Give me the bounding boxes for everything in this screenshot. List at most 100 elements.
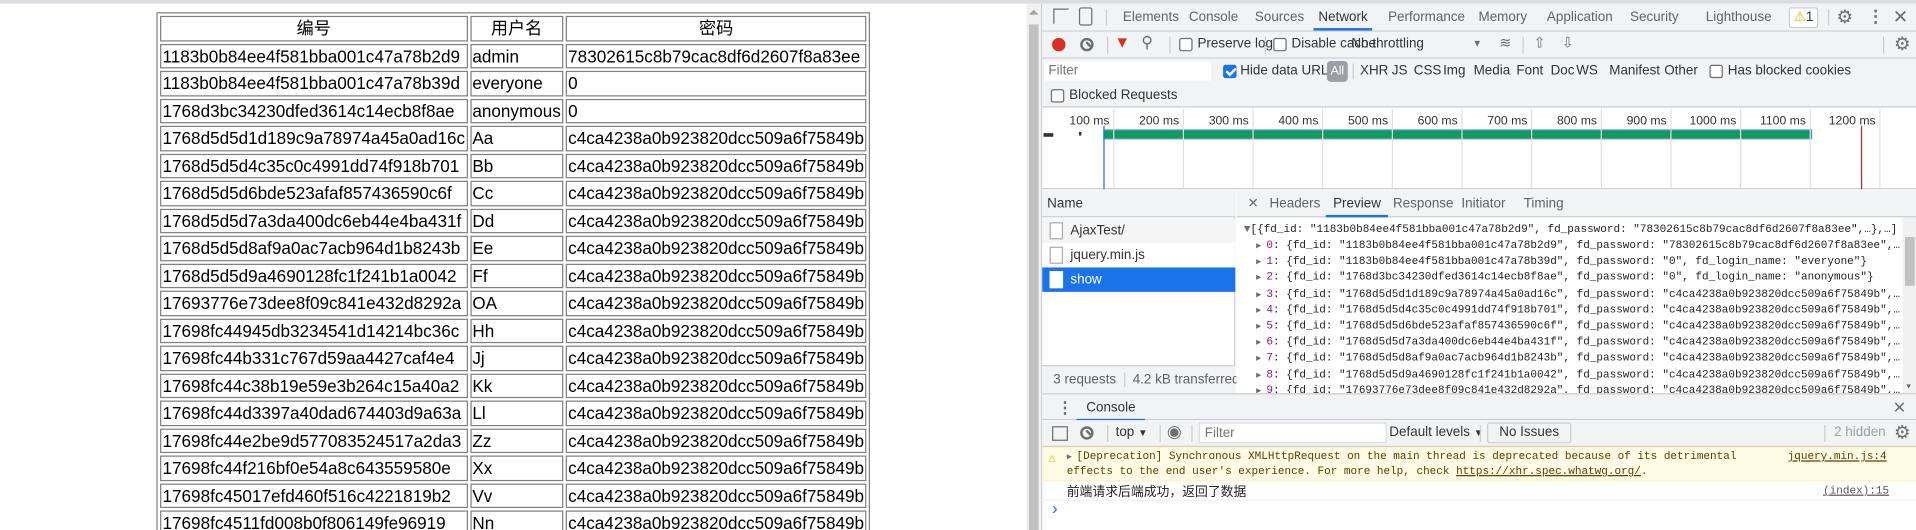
expand-triangle-icon[interactable]: ▶ [1256,322,1266,332]
expand-triangle-icon[interactable]: ▶ [1256,242,1266,252]
tab-sources[interactable]: Sources [1255,4,1304,31]
expand-triangle-icon[interactable]: ▶ [1256,355,1266,365]
filter-funnel-icon[interactable]: ▼ [1114,33,1130,51]
scrollbar-thumb[interactable] [1028,24,1039,530]
warnings-badge[interactable]: ⚠1 [1788,7,1819,29]
expand-triangle-icon[interactable]: ▶ [1256,258,1266,268]
preview-root[interactable]: ▼[{fd_id: "1183b0b84ee4f581bba001c47a78b… [1244,223,1897,235]
inspect-element-icon[interactable] [1053,8,1070,25]
network-filter-input[interactable] [1044,61,1211,81]
name-column-header[interactable]: Name [1047,197,1083,212]
drawer-menu-icon[interactable]: ⋮ [1057,398,1073,418]
more-options-icon[interactable]: ⋮ [1867,6,1884,27]
console-settings-gear-icon[interactable]: ⚙ [1894,421,1910,444]
device-toolbar-icon[interactable] [1078,7,1093,26]
filter-type-img[interactable]: Img [1443,64,1465,79]
clear-console-icon[interactable] [1080,426,1094,440]
network-settings-gear-icon[interactable]: ⚙ [1894,33,1910,55]
tab-application[interactable]: Application [1547,4,1613,31]
tab-network[interactable]: Network [1313,4,1373,31]
chevron-down-icon[interactable]: ▼ [1472,38,1482,49]
network-timeline-overview[interactable]: 100 ms 200 ms 300 ms 400 ms 500 ms 600 ms 700 … [1042,108,1916,190]
throttling-select[interactable]: No throttling [1351,37,1423,52]
filter-type-other[interactable]: Other [1664,64,1698,79]
has-blocked-cookies-checkbox[interactable] [1709,64,1723,79]
tab-console[interactable]: Console [1189,4,1238,31]
tab-elements[interactable]: Elements [1123,4,1179,31]
tab-performance[interactable]: Performance [1388,4,1465,31]
import-upload-icon[interactable]: ⇧ [1533,34,1545,51]
preview-entry[interactable]: ▶ 4: {fd_id: "1768d5d5d4c35c0c4991dd74f9… [1256,304,1900,316]
log-source-link[interactable]: (index):15 [1823,485,1889,497]
request-row[interactable]: jquery.min.js [1042,243,1236,268]
blocked-requests-checkbox[interactable] [1050,89,1065,103]
preview-entry[interactable]: ▶ 7: {fd_id: "1768d5d5d8af9a0ac7acb964d1… [1256,352,1900,364]
console-sidebar-icon[interactable] [1052,426,1068,441]
page-scrollbar[interactable] [1026,3,1042,530]
request-row[interactable]: AjaxTest/ [1042,218,1236,244]
close-detail-icon[interactable]: ✕ [1248,195,1259,212]
detail-tab-initiator[interactable]: Initiator [1461,191,1505,218]
filter-type-all[interactable]: All [1326,61,1348,82]
expand-triangle-icon[interactable]: ▶ [1256,371,1266,381]
filter-type-js[interactable]: JS [1392,64,1408,79]
disable-cache-checkbox[interactable] [1273,37,1287,52]
tab-memory[interactable]: Memory [1478,4,1527,31]
preview-entry[interactable]: ▶ 3: {fd_id: "1768d5d5d1d189c9a78974a45a… [1256,288,1900,300]
close-devtools-icon[interactable]: ✕ [1893,6,1908,28]
colon: : [1273,384,1287,394]
blocked-requests-label[interactable]: Blocked Requests [1069,88,1177,103]
detail-tab-headers[interactable]: Headers [1270,191,1321,218]
preview-entry[interactable]: ▶ 2: {fd_id: "1768d3bc34230dfed3614c14ec… [1256,272,1873,284]
clear-icon[interactable] [1080,37,1094,52]
drawer-tab-console[interactable]: Console [1076,394,1146,422]
detail-tab-preview[interactable]: Preview [1325,191,1389,218]
filter-type-css[interactable]: CSS [1414,64,1442,79]
preview-entry[interactable]: ▶ 8: {fd_id: "1768d5d5d9a4690128fc1f241b… [1256,368,1900,380]
filter-type-font[interactable]: Font [1516,64,1543,79]
search-icon[interactable]: ⚲ [1141,33,1153,53]
xhr-spec-link[interactable]: https://xhr.spec.whatwg.org/ [1456,465,1641,477]
issues-button[interactable]: No Issues [1487,422,1572,444]
preview-entry[interactable]: ▶ 6: {fd_id: "1768d5d5d7a3da400dc6eb44e4… [1256,336,1900,348]
console-prompt[interactable]: › [1052,498,1058,518]
has-blocked-cookies-label[interactable]: Has blocked cookies [1728,64,1851,79]
settings-gear-icon[interactable]: ⚙ [1837,6,1853,28]
preview-entry[interactable]: ▶ 1: {fd_id: "1183b0b84ee4f581bba001c47a… [1256,255,1867,267]
detail-tab-timing[interactable]: Timing [1524,191,1564,218]
filter-type-xhr[interactable]: XHR [1360,64,1388,79]
filter-type-ws[interactable]: WS [1576,64,1598,79]
context-select[interactable]: top ▼ [1116,425,1148,440]
preserve-log-checkbox[interactable] [1179,37,1193,52]
tab-lighthouse[interactable]: Lighthouse [1706,4,1772,31]
hide-data-urls-label[interactable]: Hide data URLs [1240,64,1335,79]
console-filter-input[interactable] [1198,422,1387,444]
preserve-log-label[interactable]: Preserve log [1197,37,1272,52]
preview-entry[interactable]: ▶ 5: {fd_id: "1768d5d5d6bde523afaf857436… [1256,320,1900,332]
cell-id: 17698fc44945db3234541d14214bc36c [160,318,468,344]
detail-tab-response[interactable]: Response [1393,191,1454,218]
preview-entry[interactable]: ▶ 0: {fd_id: "1183b0b84ee4f581bba001c47a… [1256,239,1900,251]
log-levels-select[interactable]: Default levels ▼ [1389,425,1483,440]
record-button-icon[interactable] [1052,37,1066,52]
expand-triangle-icon[interactable]: ▶ [1067,452,1072,463]
expand-triangle-icon[interactable]: ▶ [1256,306,1266,316]
scroll-up-arrow-icon[interactable] [1028,9,1039,15]
close-drawer-icon[interactable]: ✕ [1893,398,1906,418]
expand-triangle-icon[interactable]: ▶ [1256,290,1266,300]
preview-scrollbar[interactable]: ▼ [1902,217,1916,394]
live-expression-eye-icon[interactable]: ◉ [1167,421,1182,442]
warning-source-link[interactable]: jquery.min.js:4 [1788,451,1887,463]
filter-type-media[interactable]: Media [1474,64,1511,79]
expand-triangle-icon[interactable]: ▶ [1256,274,1266,284]
filter-type-doc[interactable]: Doc [1551,64,1575,79]
cell-id: 17698fc44b331c767d59aa4427caf4e4 [160,345,468,371]
export-download-icon[interactable]: ⇩ [1562,34,1574,51]
expand-triangle-icon[interactable]: ▶ [1256,339,1266,349]
hide-data-urls-checkbox[interactable] [1223,64,1237,79]
filter-type-manifest[interactable]: Manifest [1609,64,1660,79]
preview-entry[interactable]: ▶ 9: {fd_id: "17693776e73dee8f09c841e432… [1256,384,1900,393]
tab-security[interactable]: Security [1630,4,1679,31]
network-conditions-wifi-icon[interactable]: ≋ [1499,34,1511,51]
request-row[interactable]: show [1042,267,1236,292]
